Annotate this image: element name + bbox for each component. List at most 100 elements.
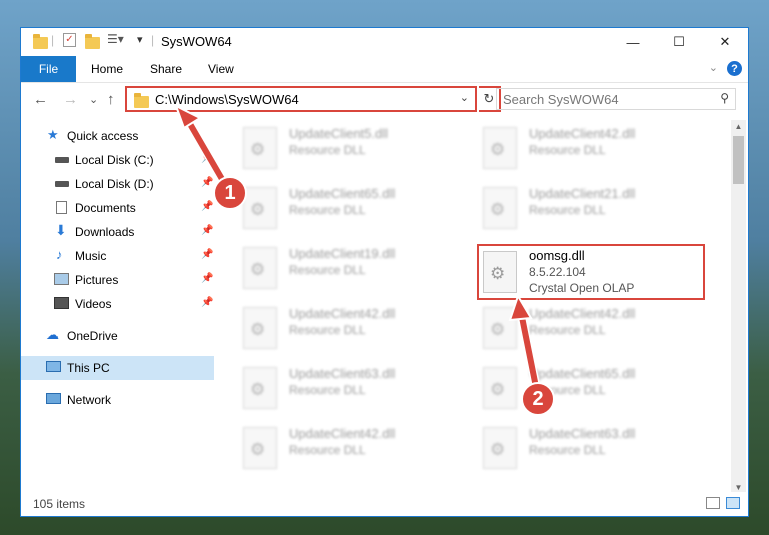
file-item[interactable]: UpdateClient42.dll Resource DLL: [483, 124, 711, 174]
details-view-icon[interactable]: [706, 497, 720, 509]
address-folder-icon: [134, 93, 149, 108]
file-item[interactable]: UpdateClient63.dll Resource DLL: [243, 364, 471, 414]
sidebar-item-local-disk-c[interactable]: Local Disk (C:) 📌: [21, 148, 214, 172]
recent-locations-button[interactable]: ⌄: [89, 93, 98, 106]
file-name: UpdateClient42.dll: [529, 126, 636, 141]
dll-file-icon: [483, 127, 517, 169]
tab-file[interactable]: File: [21, 56, 76, 82]
pin-icon[interactable]: 📌: [201, 153, 213, 164]
file-item[interactable]: UpdateClient65.dll Resource DLL: [243, 184, 471, 234]
pin-icon[interactable]: 📌: [201, 297, 213, 308]
file-name: UpdateClient42.dll: [289, 306, 396, 321]
file-name: UpdateClient65.dll: [529, 366, 636, 381]
sidebar-item-label: This PC: [67, 361, 110, 375]
back-button[interactable]: ←: [33, 91, 48, 108]
minimize-button[interactable]: —: [610, 28, 656, 56]
search-icon[interactable]: ⚲: [720, 91, 729, 105]
pin-icon[interactable]: 📌: [201, 225, 213, 236]
dll-file-icon: [243, 127, 277, 169]
sidebar-item-downloads[interactable]: ⬇ Downloads 📌: [21, 220, 214, 244]
scroll-thumb[interactable]: [733, 136, 744, 184]
folder-icon: [33, 34, 48, 49]
tab-view[interactable]: View: [208, 62, 234, 76]
sidebar-item-label: OneDrive: [67, 329, 118, 343]
address-dropdown-icon[interactable]: ⌄: [460, 91, 469, 104]
sidebar-item-onedrive[interactable]: ☁ OneDrive: [21, 324, 214, 348]
file-name: UpdateClient63.dll: [289, 366, 396, 381]
sidebar-item-music[interactable]: ♪ Music 📌: [21, 244, 214, 268]
navigation-pane: ★ Quick access Local Disk (C:) 📌 Local D…: [21, 120, 214, 495]
callout-badge-2: 2: [521, 382, 555, 416]
file-item[interactable]: UpdateClient5.dll Resource DLL: [243, 124, 471, 174]
sidebar-item-network[interactable]: Network: [21, 388, 214, 412]
file-item[interactable]: UpdateClient42.dll Resource DLL: [483, 304, 711, 354]
documents-icon: [56, 201, 67, 214]
large-icons-view-icon[interactable]: [726, 497, 740, 509]
file-name: UpdateClient63.dll: [529, 426, 636, 441]
scroll-up-icon[interactable]: ▲: [731, 120, 746, 134]
file-type: Resource DLL: [289, 323, 366, 337]
dll-file-icon: [483, 187, 517, 229]
file-name: UpdateClient21.dll: [529, 186, 636, 201]
sidebar-item-pictures[interactable]: Pictures 📌: [21, 268, 214, 292]
file-type: Resource DLL: [289, 443, 366, 457]
videos-icon: [54, 297, 69, 309]
dll-file-icon: [483, 427, 517, 469]
sidebar-item-label: Music: [75, 249, 107, 263]
file-item[interactable]: UpdateClient42.dll Resource DLL: [243, 304, 471, 354]
ribbon: File Home Share View ⌄ ?: [21, 56, 748, 83]
sidebar-item-local-disk-d[interactable]: Local Disk (D:) 📌: [21, 172, 214, 196]
help-icon[interactable]: ?: [727, 61, 742, 76]
pin-icon[interactable]: 📌: [201, 273, 213, 284]
pictures-icon: [54, 273, 69, 285]
address-text[interactable]: C:\Windows\SysWOW64: [155, 92, 299, 107]
file-type: Resource DLL: [289, 263, 366, 277]
new-folder-icon[interactable]: [85, 34, 100, 49]
file-type: Resource DLL: [289, 383, 366, 397]
pin-icon[interactable]: 📌: [201, 249, 213, 260]
search-input[interactable]: Search SysWOW64: [503, 92, 619, 107]
sidebar-item-documents[interactable]: Documents 📌: [21, 196, 214, 220]
file-name: UpdateClient65.dll: [289, 186, 396, 201]
dll-file-icon: [243, 247, 277, 289]
vertical-scrollbar[interactable]: ▲ ▼: [731, 120, 746, 495]
sidebar-item-quick-access[interactable]: ★ Quick access: [21, 124, 214, 148]
drive-icon: [55, 181, 69, 187]
file-item[interactable]: UpdateClient65.dll Resource DLL: [483, 364, 711, 414]
sidebar-item-label: Downloads: [75, 225, 135, 239]
file-item[interactable]: UpdateClient42.dll Resource DLL: [243, 424, 471, 474]
properties-icon[interactable]: ✓: [63, 33, 76, 47]
maximize-button[interactable]: ☐: [656, 28, 702, 56]
dll-file-icon: [243, 367, 277, 409]
up-button[interactable]: ↑: [107, 91, 115, 108]
file-item[interactable]: UpdateClient19.dll Resource DLL: [243, 244, 471, 294]
dll-file-icon: [483, 367, 517, 409]
dll-file-icon: [243, 307, 277, 349]
pin-icon[interactable]: 📌: [201, 177, 213, 188]
file-name: UpdateClient42.dll: [289, 426, 396, 441]
address-bar[interactable]: C:\Windows\SysWOW64 ⌄: [125, 86, 477, 112]
close-button[interactable]: ✕: [702, 28, 748, 56]
file-type: Resource DLL: [529, 203, 606, 217]
navigation-bar: ← → ⌄ ↑ C:\Windows\SysWOW64 ⌄ ↻ Search S…: [21, 83, 748, 117]
qa-dropdown-icon[interactable]: ▾: [137, 33, 143, 46]
sidebar-item-videos[interactable]: Videos 📌: [21, 292, 214, 316]
status-bar: 105 items: [21, 492, 748, 516]
star-icon: ★: [47, 127, 59, 142]
sidebar-item-this-pc[interactable]: This PC: [21, 356, 214, 380]
sidebar-item-label: Local Disk (D:): [75, 177, 154, 191]
file-type: Resource DLL: [289, 143, 366, 157]
file-item[interactable]: UpdateClient63.dll Resource DLL: [483, 424, 711, 474]
tab-home[interactable]: Home: [91, 62, 123, 76]
sidebar-item-label: Quick access: [67, 129, 139, 143]
sidebar-item-label: Documents: [75, 201, 136, 215]
pin-icon[interactable]: 📌: [201, 201, 213, 212]
title-bar: | ✓ ☰▾ ▾ | SysWOW64 — ☐ ✕: [21, 28, 748, 56]
title-separator: |: [151, 33, 155, 47]
qa-customize-icon[interactable]: ☰▾: [107, 32, 124, 46]
forward-button[interactable]: →: [63, 91, 78, 108]
file-item[interactable]: UpdateClient21.dll Resource DLL: [483, 184, 711, 234]
tab-share[interactable]: Share: [150, 62, 182, 76]
expand-ribbon-icon[interactable]: ⌄: [709, 61, 718, 74]
search-box[interactable]: Search SysWOW64 ⚲: [496, 88, 736, 110]
